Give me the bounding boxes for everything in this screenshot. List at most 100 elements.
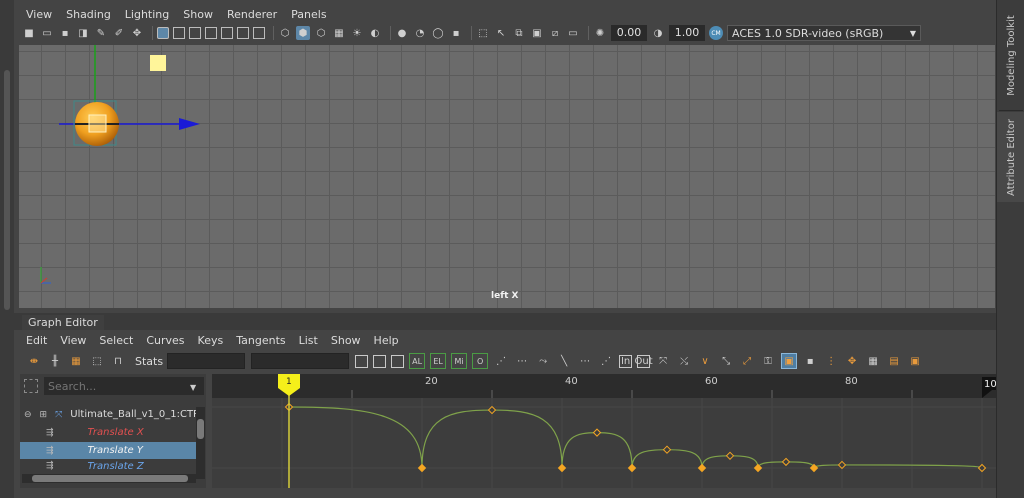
color-management-icon[interactable]: CM [709, 26, 723, 40]
lattice-deform-icon[interactable]: ▦ [68, 353, 84, 369]
menu-lighting[interactable]: Lighting [125, 8, 169, 21]
safe-action-icon[interactable] [237, 27, 249, 39]
ge-menu-view[interactable]: View [60, 334, 86, 347]
ge-menu-tangents[interactable]: Tangents [236, 334, 285, 347]
left-panel-scroll-grip[interactable] [4, 70, 10, 310]
stats-frame-field[interactable] [167, 353, 246, 369]
keyframe[interactable] [837, 460, 847, 470]
ge-menu-show[interactable]: Show [331, 334, 361, 347]
keyframe[interactable] [697, 463, 707, 473]
wireframe-icon[interactable]: ⬡ [278, 26, 292, 40]
xray-joints-icon[interactable]: ⧉ [512, 26, 526, 40]
flat-tangent-icon[interactable]: ⋰ [493, 353, 509, 369]
filter-icon[interactable] [24, 379, 38, 393]
menu-renderer[interactable]: Renderer [227, 8, 277, 21]
keyframe[interactable] [487, 405, 497, 415]
keyframe[interactable] [627, 463, 637, 473]
spline-tangent-icon[interactable]: EL [430, 353, 447, 369]
ge-menu-keys[interactable]: Keys [198, 334, 224, 347]
exposure-icon[interactable]: ✺ [593, 26, 607, 40]
scrollbar-thumb[interactable] [32, 475, 188, 482]
free-tangent-weight-icon[interactable]: ∨ [697, 353, 713, 369]
exposure-field[interactable]: 0.00 [611, 25, 647, 41]
graph-view[interactable]: 20 40 60 80 100 1 [212, 374, 996, 488]
linear-tangent-icon[interactable]: O [472, 353, 489, 369]
retime-tool-icon[interactable]: ⊓ [110, 353, 126, 369]
ge-menu-list[interactable]: List [299, 334, 318, 347]
gate-mask-icon[interactable] [205, 27, 217, 39]
stats-value-field[interactable] [251, 353, 350, 369]
scrollbar-thumb[interactable] [197, 419, 204, 439]
fixed-tangent-icon[interactable]: ⋰ [598, 353, 614, 369]
attr-row-translate-z[interactable]: ⇶ Translate Z [20, 460, 196, 472]
backface-culling-icon[interactable]: ⧄ [548, 26, 562, 40]
collapse-icon[interactable]: ⊖ [24, 410, 32, 420]
graph-editor-tab[interactable]: Graph Editor [22, 315, 104, 330]
ge-menu-help[interactable]: Help [374, 334, 399, 347]
film-gate-icon[interactable] [173, 27, 185, 39]
keyframe[interactable] [781, 457, 791, 467]
insert-key-icon[interactable]: ╫ [47, 353, 63, 369]
outliner-horizontal-scrollbar[interactable] [22, 474, 196, 483]
search-input[interactable] [44, 377, 204, 395]
bookmark-icon[interactable]: ▪ [58, 26, 72, 40]
pre-infinity-icon[interactable]: ▣ [781, 353, 798, 369]
keyframe[interactable] [725, 451, 735, 461]
shadows-icon[interactable]: ◐ [368, 26, 382, 40]
lock-tangent-weight-icon[interactable]: ⤡ [718, 353, 734, 369]
textured-icon[interactable]: ▦ [332, 26, 346, 40]
plateau-tangent-icon[interactable]: ⋯ [577, 353, 593, 369]
chevron-down-icon[interactable]: ▼ [190, 383, 196, 392]
clamped-tangent-icon[interactable]: Mi [451, 353, 468, 369]
field-chart-icon[interactable] [221, 27, 233, 39]
depth-of-field-icon[interactable]: ▪ [449, 26, 463, 40]
frame-selection-icon[interactable] [373, 354, 387, 368]
keyframe[interactable] [557, 463, 567, 473]
resolution-gate-icon[interactable] [189, 27, 201, 39]
step-tangent-icon[interactable]: ⋯ [514, 353, 530, 369]
menu-panels[interactable]: Panels [291, 8, 326, 21]
colorspace-dropdown[interactable]: ACES 1.0 SDR-video (sRGB) ▼ [727, 25, 921, 41]
keyframe[interactable] [417, 463, 427, 473]
linear-tangent-alt-icon[interactable]: ╲ [556, 353, 572, 369]
unify-tangents-icon[interactable]: ⤯ [676, 353, 692, 369]
move-key-icon[interactable]: ⇼ [26, 353, 42, 369]
dope-sheet-icon[interactable]: ▦ [865, 353, 881, 369]
attr-row-translate-y[interactable]: ⇶ Translate Y [20, 442, 196, 459]
auto-load-icon[interactable]: ⤢ [739, 353, 755, 369]
camera-frame-icon[interactable]: ▭ [566, 26, 580, 40]
gamma-field[interactable]: 1.00 [669, 25, 705, 41]
frame-playback-icon[interactable] [391, 354, 405, 368]
2d-pan-zoom-icon[interactable]: ✎ [94, 26, 108, 40]
attr-row-translate-x[interactable]: ⇶ Translate X [20, 424, 196, 441]
outliner-vertical-scrollbar[interactable] [196, 407, 205, 479]
wireframe-on-shaded-icon[interactable]: ⬡ [314, 26, 328, 40]
keyframe[interactable] [592, 428, 602, 437]
lighting-icon[interactable]: ☀ [350, 26, 364, 40]
xray-icon[interactable]: ↖ [494, 26, 508, 40]
safe-title-icon[interactable] [253, 27, 265, 39]
smooth-shade-icon[interactable]: ⬢ [296, 26, 310, 40]
camera-attributes-icon[interactable]: ▭ [40, 26, 54, 40]
3d-viewport[interactable]: left X [19, 45, 995, 308]
region-tool-icon[interactable]: ⬚ [89, 353, 105, 369]
in-tangent-icon[interactable]: In [619, 354, 633, 368]
menu-view[interactable]: View [26, 8, 52, 21]
keyframe[interactable] [753, 463, 763, 473]
ge-menu-curves[interactable]: Curves [146, 334, 184, 347]
tab-modeling-toolkit[interactable]: Modeling Toolkit [997, 0, 1024, 110]
tab-attribute-editor[interactable]: Attribute Editor [997, 112, 1024, 202]
move-camera-icon[interactable]: ✥ [130, 26, 144, 40]
denormalize-icon[interactable]: ✥ [844, 353, 860, 369]
outliner-object-row[interactable]: ⊖ ⊞ ⤧ Ultimate_Ball_v1_0_1:CTR [20, 406, 200, 423]
keyframe[interactable] [809, 463, 819, 473]
xray-active-icon[interactable]: ▣ [530, 26, 544, 40]
menu-show[interactable]: Show [183, 8, 213, 21]
camera-select-icon[interactable]: ■ [22, 26, 36, 40]
menu-shading[interactable]: Shading [66, 8, 111, 21]
time-editor-icon[interactable]: ▣ [907, 353, 923, 369]
break-tangents-icon[interactable]: ⤧ [655, 353, 671, 369]
ge-menu-edit[interactable]: Edit [26, 334, 47, 347]
expand-icon[interactable]: ⊞ [40, 410, 48, 420]
frame-all-icon[interactable] [355, 354, 369, 368]
